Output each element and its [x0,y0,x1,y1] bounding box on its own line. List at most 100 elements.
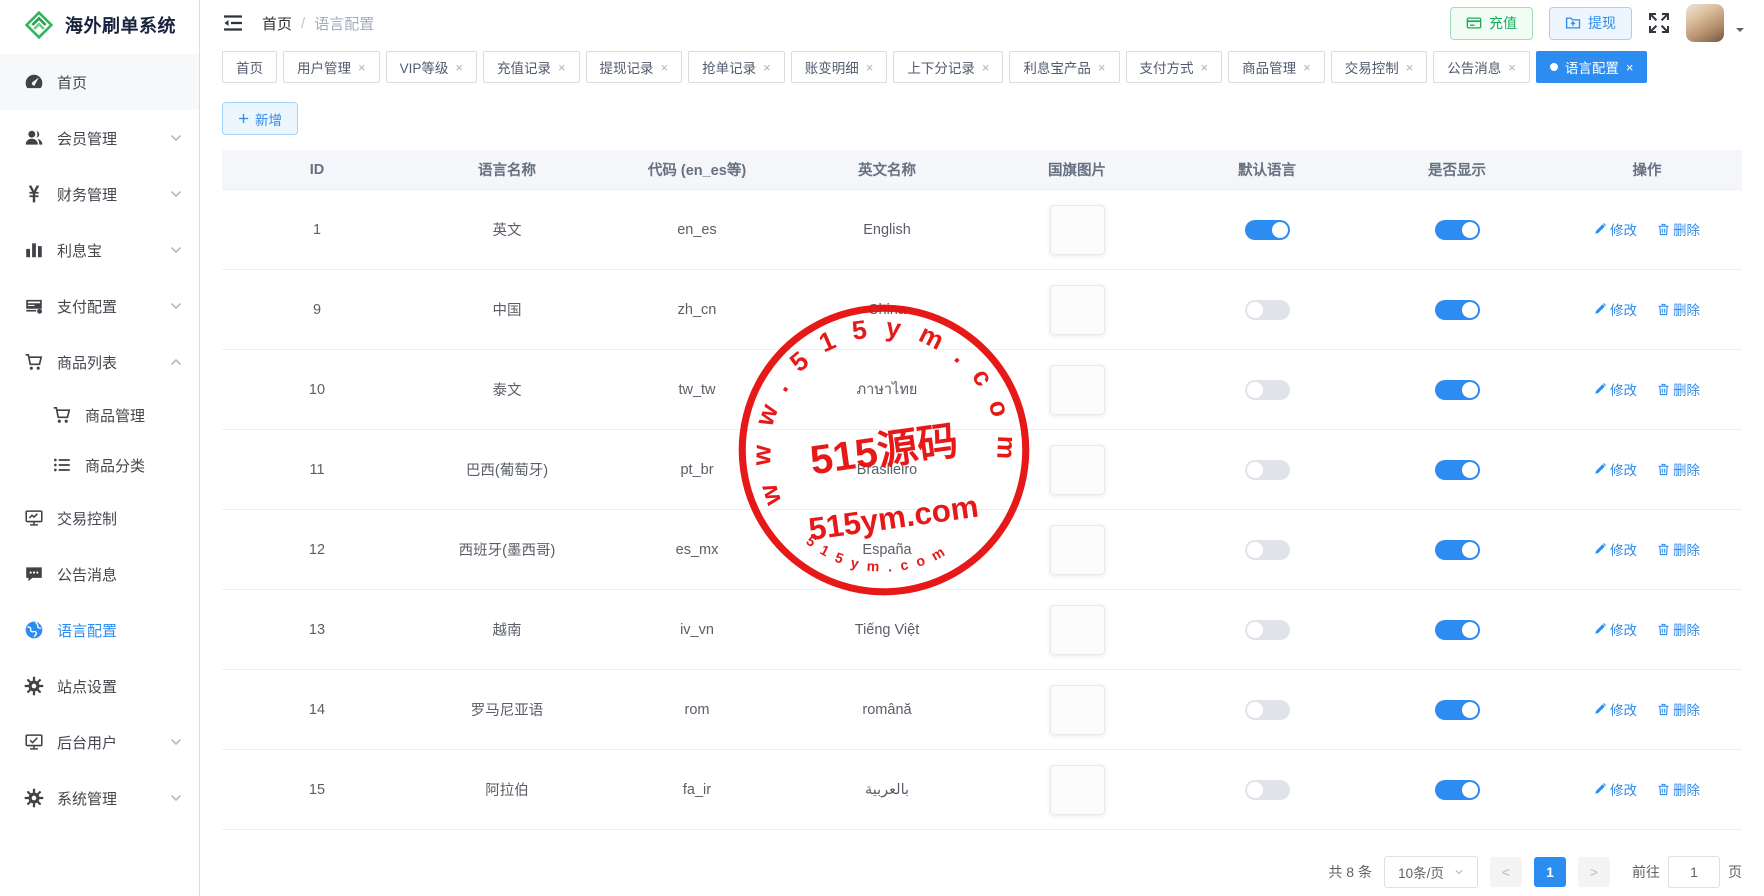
sidebar-item-lixibao[interactable]: 利息宝 [0,222,199,278]
visible-toggle[interactable] [1435,220,1480,240]
close-icon[interactable]: × [982,61,990,74]
visible-toggle[interactable] [1435,540,1480,560]
visible-toggle[interactable] [1435,620,1480,640]
tab-trade-control[interactable]: 交易控制 × [1331,51,1428,83]
tab-grab-record[interactable]: 抢单记录 × [688,51,785,83]
edit-button[interactable]: 修改 [1594,779,1637,799]
sidebar-item-finance[interactable]: 财务管理 [0,166,199,222]
current-page-button[interactable]: 1 [1534,857,1566,887]
pencil-icon [1594,303,1607,316]
list-icon [52,455,72,475]
tab-language-config[interactable]: 语言配置 × [1536,51,1648,83]
close-icon[interactable]: × [1201,61,1209,74]
tab-withdraw-record[interactable]: 提现记录 × [586,51,683,83]
close-icon[interactable]: × [763,61,771,74]
close-icon[interactable]: × [1406,61,1414,74]
cell-english-name: Tiếng Việt [792,590,982,670]
visible-toggle[interactable] [1435,700,1480,720]
sidebar-item-announcement[interactable]: 公告消息 [0,546,199,602]
sidebar-item-product-list[interactable]: 商品列表 [0,334,199,390]
next-page-button[interactable]: > [1578,857,1610,887]
sidebar-item-home[interactable]: 首页 [0,54,199,110]
sidebar-item-label: 系统管理 [57,788,117,809]
close-icon[interactable]: × [1098,61,1106,74]
default-language-toggle[interactable] [1245,220,1290,240]
col-english-name: 英文名称 [792,150,982,190]
chevron-down-icon [169,131,183,145]
delete-button[interactable]: 删除 [1657,699,1700,719]
goto-page-input[interactable] [1668,856,1720,888]
tab-label: 公告消息 [1447,57,1501,77]
close-icon[interactable]: × [455,61,463,74]
close-icon[interactable]: × [1303,61,1311,74]
delete-button[interactable]: 删除 [1657,779,1700,799]
delete-button[interactable]: 删除 [1657,219,1700,239]
edit-button[interactable]: 修改 [1594,379,1637,399]
default-language-toggle[interactable] [1245,540,1290,560]
edit-button[interactable]: 修改 [1594,219,1637,239]
edit-button[interactable]: 修改 [1594,459,1637,479]
breadcrumb-root[interactable]: 首页 [262,13,292,34]
chevron-down-icon[interactable] [1734,24,1746,36]
withdraw-button[interactable]: 提现 [1549,7,1632,40]
users-icon [24,128,44,148]
close-icon[interactable]: × [358,61,366,74]
recharge-button[interactable]: 充值 [1450,7,1533,40]
visible-toggle[interactable] [1435,300,1480,320]
fullscreen-icon[interactable] [1648,12,1670,34]
default-language-toggle[interactable] [1245,460,1290,480]
delete-button[interactable]: 删除 [1657,379,1700,399]
tab-vip-level[interactable]: VIP等级 × [386,51,477,83]
chevron-down-icon [169,243,183,257]
default-language-toggle[interactable] [1245,700,1290,720]
edit-button[interactable]: 修改 [1594,619,1637,639]
tab-product-manage[interactable]: 商品管理 × [1228,51,1325,83]
page-size-select[interactable]: 10条/页 [1384,856,1478,888]
sidebar-item-site-settings[interactable]: 站点设置 [0,658,199,714]
close-icon[interactable]: × [866,61,874,74]
sidebar-item-trade-control[interactable]: 交易控制 [0,490,199,546]
delete-button[interactable]: 删除 [1657,619,1700,639]
default-language-toggle[interactable] [1245,620,1290,640]
close-icon[interactable]: × [1508,61,1516,74]
sidebar-item-product-category[interactable]: 商品分类 [0,440,199,490]
tab-pay-method[interactable]: 支付方式 × [1126,51,1223,83]
tab-announcement[interactable]: 公告消息 × [1433,51,1530,83]
tab-updown-record[interactable]: 上下分记录 × [893,51,1003,83]
default-language-toggle[interactable] [1245,300,1290,320]
tab-label: 支付方式 [1140,57,1194,77]
trash-icon [1657,223,1670,236]
sidebar-item-language-config[interactable]: 语言配置 [0,602,199,658]
visible-toggle[interactable] [1435,460,1480,480]
default-language-toggle[interactable] [1245,780,1290,800]
sidebar-item-system-manage[interactable]: 系统管理 [0,770,199,826]
edit-button[interactable]: 修改 [1594,699,1637,719]
prev-page-button[interactable]: < [1490,857,1522,887]
tab-recharge-record[interactable]: 充值记录 × [483,51,580,83]
tab-user-manage[interactable]: 用户管理 × [283,51,380,83]
tab-lixibao-product[interactable]: 利息宝产品 × [1009,51,1119,83]
edit-button[interactable]: 修改 [1594,539,1637,559]
sidebar-item-pay-config[interactable]: 支付配置 [0,278,199,334]
default-language-toggle[interactable] [1245,380,1290,400]
tab-balance-detail[interactable]: 账变明细 × [791,51,888,83]
chevron-up-icon [169,355,183,369]
sidebar-item-admin-users[interactable]: 后台用户 [0,714,199,770]
visible-toggle[interactable] [1435,780,1480,800]
sidebar-item-product-manage[interactable]: 商品管理 [0,390,199,440]
add-button[interactable]: 新增 [222,102,298,135]
sidebar-item-members[interactable]: 会员管理 [0,110,199,166]
close-icon[interactable]: × [558,61,566,74]
delete-button[interactable]: 删除 [1657,299,1700,319]
pencil-icon [1594,543,1607,556]
close-icon[interactable]: × [1626,61,1634,74]
tab-home[interactable]: 首页 [222,51,277,83]
visible-toggle[interactable] [1435,380,1480,400]
delete-button[interactable]: 删除 [1657,459,1700,479]
close-icon[interactable]: × [661,61,669,74]
avatar[interactable] [1686,4,1724,42]
collapse-sidebar-icon[interactable] [222,12,244,34]
delete-button[interactable]: 删除 [1657,539,1700,559]
edit-button[interactable]: 修改 [1594,299,1637,319]
tab-label: 账变明细 [805,57,859,77]
